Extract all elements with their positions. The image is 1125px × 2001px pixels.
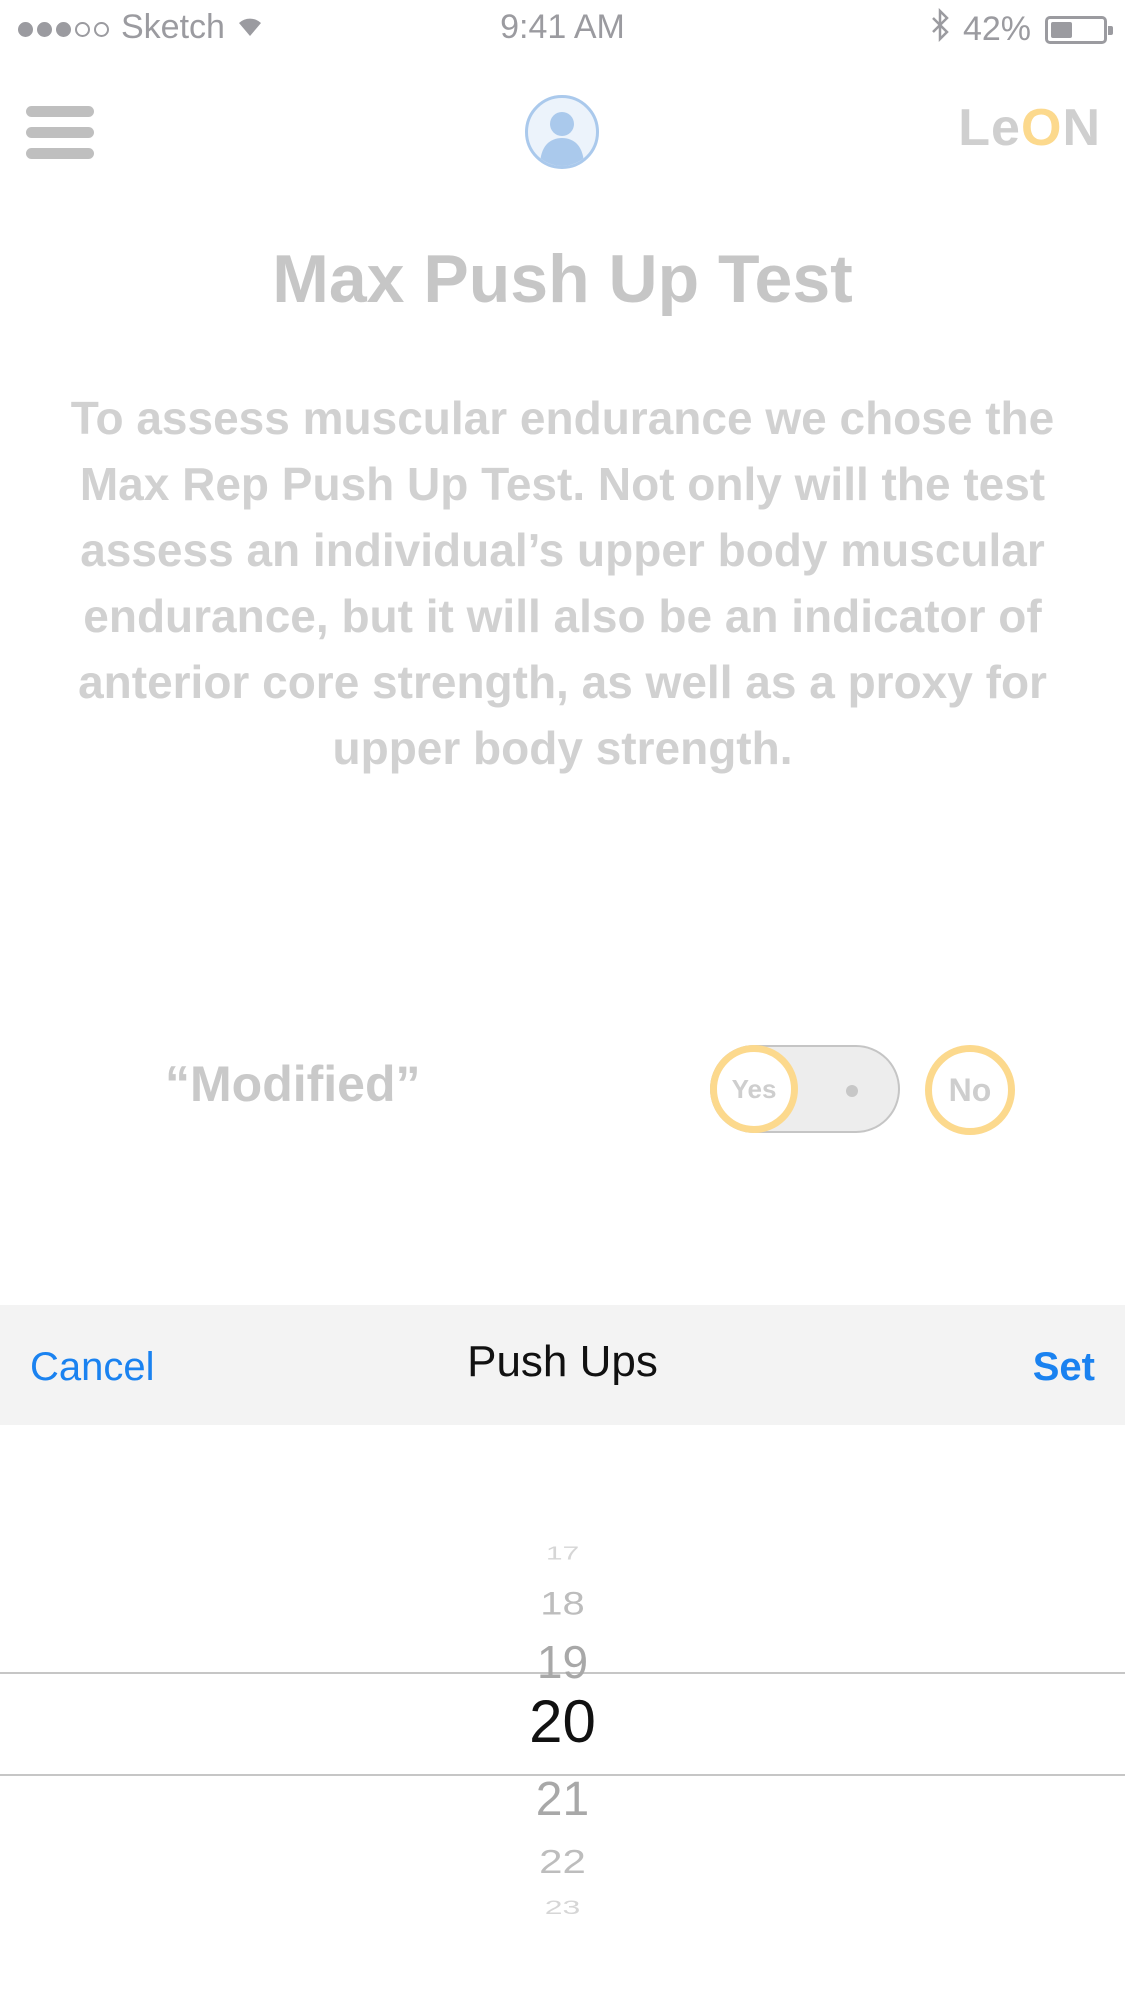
picker-option-selected[interactable]: 20 bbox=[0, 1687, 1125, 1756]
picker-option[interactable]: 23 bbox=[0, 1896, 1125, 1918]
picker-option[interactable]: 22 bbox=[0, 1843, 1125, 1881]
set-button[interactable]: Set bbox=[1033, 1345, 1095, 1390]
picker-option[interactable]: 17 bbox=[0, 1544, 1125, 1564]
dim-overlay bbox=[0, 0, 1125, 1305]
picker-toolbar: Cancel Push Ups Set bbox=[0, 1305, 1125, 1425]
picker-option[interactable]: 21 bbox=[0, 1772, 1125, 1827]
picker-option[interactable]: 18 bbox=[0, 1587, 1125, 1623]
push-ups-picker[interactable]: 17 18 19 20 21 22 23 bbox=[0, 1425, 1125, 2001]
picker-option[interactable]: 19 bbox=[0, 1635, 1125, 1689]
picker-title: Push Ups bbox=[467, 1337, 658, 1386]
